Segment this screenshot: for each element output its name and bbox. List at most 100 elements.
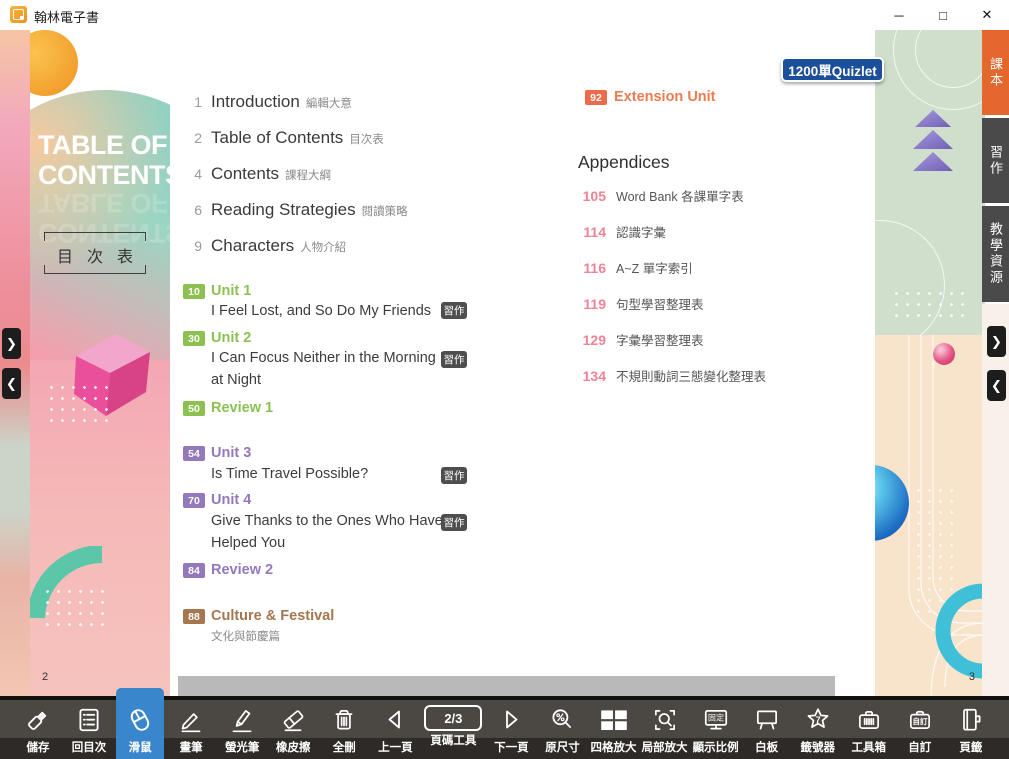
review2-title[interactable]: Review 2 <box>211 562 273 578</box>
right-page-number: 3 <box>969 671 975 683</box>
toc-banner-line2: CONTENTS <box>38 160 168 190</box>
toc-subtitle: 編輯大意 <box>306 95 352 111</box>
pink-sphere-decoration <box>933 343 955 365</box>
tool-save[interactable]: 儲存 <box>14 700 62 759</box>
right-page-artwork: 3 <box>875 30 985 700</box>
tool-area-zoom[interactable]: 局部放大 <box>641 700 689 759</box>
tool-page-number[interactable]: 2/3 頁碼工具 <box>422 700 484 759</box>
maximize-button[interactable]: □ <box>921 0 965 30</box>
unit1-workbook-chip[interactable]: 習作 <box>441 302 467 319</box>
tool-toolbox[interactable]: 工具箱 <box>845 700 893 759</box>
toc-row-table-of-contents[interactable]: 2 Table of Contents 目次表 <box>182 128 384 148</box>
left-next-arrow-button[interactable]: ❯ <box>2 328 21 359</box>
appendix-row-sentence-patterns[interactable]: 119 句型學習整理表 <box>578 294 704 313</box>
star-number-icon: 7 <box>803 702 833 738</box>
appendix-row-irregular-verbs[interactable]: 134 不規則動詞三態變化整理表 <box>578 366 766 385</box>
quizlet-button[interactable]: 1200單Quizlet <box>781 57 884 82</box>
unit3-page-badge[interactable]: 54 <box>183 446 205 461</box>
orange-circle-decoration <box>30 30 78 96</box>
custom-toolbox-icon: 自訂 <box>905 702 935 738</box>
close-button[interactable]: ✕ <box>965 0 1009 30</box>
unit2-line1: I Can Focus Neither in the Morning Nor <box>211 350 463 366</box>
toc-row-characters[interactable]: 9 Characters 人物介紹 <box>182 236 346 256</box>
horizontal-scrollbar[interactable] <box>178 676 835 696</box>
svg-text:固定: 固定 <box>708 713 724 723</box>
display-ratio-icon: 固定 <box>701 702 731 738</box>
right-next-arrow-button[interactable]: ❯ <box>987 326 1006 357</box>
side-tab-workbook[interactable]: 習作 <box>982 118 1009 203</box>
toolbox-icon <box>854 702 884 738</box>
toc-chinese-title: 目次表 <box>44 243 160 267</box>
tool-original-size[interactable]: 原尺寸 <box>538 700 586 759</box>
side-tab-resources[interactable]: 教學資源 <box>982 206 1009 302</box>
toc-row-contents[interactable]: 4 Contents 課程大綱 <box>182 164 331 184</box>
teal-ring-decoration <box>931 581 985 681</box>
unit1-title[interactable]: Unit 1 <box>211 283 251 299</box>
tool-mouse[interactable]: 滑鼠 <box>116 688 164 759</box>
toc-title: Introduction <box>211 92 300 112</box>
tool-quad-zoom[interactable]: 四格放大 <box>590 700 638 759</box>
usb-save-icon <box>23 702 53 738</box>
appendix-row-vocab-summary[interactable]: 129 字彙學習整理表 <box>578 330 704 349</box>
review1-page-badge[interactable]: 50 <box>183 401 205 416</box>
tool-pen[interactable]: 畫筆 <box>167 700 215 759</box>
tool-prev-page[interactable]: 上一頁 <box>371 700 419 759</box>
page-tab-icon <box>957 702 985 738</box>
bottom-toolbar: 儲存 回目次 滑鼠 <box>0 700 1009 759</box>
extension-title[interactable]: Extension Unit <box>614 89 716 105</box>
toc-row-introduction[interactable]: 1 Introduction 編輯大意 <box>182 92 352 112</box>
unit3-title[interactable]: Unit 3 <box>211 445 251 461</box>
unit4-line1: Give Thanks to the Ones Who Have <box>211 513 443 529</box>
unit2-workbook-chip[interactable]: 習作 <box>441 351 467 368</box>
unit2-title[interactable]: Unit 2 <box>211 330 251 346</box>
unit2-page-badge[interactable]: 30 <box>183 331 205 346</box>
toc-icon <box>75 702 103 738</box>
toc-chinese-title-box: 目次表 <box>44 232 146 274</box>
tool-highlighter[interactable]: 螢光筆 <box>218 700 266 759</box>
whiteboard-icon <box>753 702 781 738</box>
app-logo-icon <box>10 6 27 23</box>
dot-grid-decoration <box>46 382 112 422</box>
quad-zoom-icon <box>598 702 630 738</box>
tool-next-page[interactable]: 下一頁 <box>487 700 535 759</box>
culture-page-badge[interactable]: 88 <box>183 609 205 624</box>
left-prev-arrow-button[interactable]: ❮ <box>2 368 21 399</box>
mouse-icon <box>125 702 155 738</box>
review2-page-badge[interactable]: 84 <box>183 563 205 578</box>
next-page-icon <box>498 702 524 738</box>
unit4-page-badge[interactable]: 70 <box>183 493 205 508</box>
prev-page-icon <box>382 702 408 738</box>
left-page-artwork: TABLE OF CONTENTS CONTENTS TABLE OF 目次表 <box>30 30 170 700</box>
tool-eraser[interactable]: 橡皮擦 <box>269 700 317 759</box>
extension-page-badge[interactable]: 92 <box>585 90 607 105</box>
culture-title[interactable]: Culture & Festival <box>211 608 334 624</box>
toc-page-number: 1 <box>182 94 202 110</box>
toc-row-reading-strategies[interactable]: 6 Reading Strategies 閱讀策略 <box>182 200 408 220</box>
svg-text:自訂: 自訂 <box>912 716 928 726</box>
tool-back-to-toc[interactable]: 回目次 <box>65 700 113 759</box>
tool-delete-all[interactable]: 全刪 <box>320 700 368 759</box>
side-tab-textbook[interactable]: 課本 <box>982 30 1009 115</box>
unit3-workbook-chip[interactable]: 習作 <box>441 467 467 484</box>
tool-whiteboard[interactable]: 白板 <box>743 700 791 759</box>
page-number-box[interactable]: 2/3 <box>424 705 482 731</box>
appendix-row-word-bank[interactable]: 105 Word Bank 各課單字表 <box>578 186 744 205</box>
tool-display-ratio[interactable]: 固定 顯示比例 <box>692 700 740 759</box>
tool-number-picker[interactable]: 7 籤號器 <box>794 700 842 759</box>
appendix-row-vocabulary[interactable]: 114 認識字彙 <box>578 222 666 241</box>
purple-triangles-icon <box>909 110 957 178</box>
unit4-workbook-chip[interactable]: 習作 <box>441 514 467 531</box>
toc-banner-line1: TABLE OF <box>38 130 168 160</box>
appendix-row-az-index[interactable]: 116 A~Z 單字索引 <box>578 258 693 277</box>
highlighter-icon <box>228 702 256 738</box>
right-prev-arrow-button[interactable]: ❮ <box>987 370 1006 401</box>
title-bar: 翰林電子書 ─ □ ✕ <box>0 0 1009 30</box>
tool-custom[interactable]: 自訂 自訂 <box>896 700 944 759</box>
tool-page-tabs[interactable]: 頁籤 <box>947 700 995 759</box>
unit1-line1: I Feel Lost, and So Do My Friends <box>211 303 431 319</box>
review1-title[interactable]: Review 1 <box>211 400 273 416</box>
minimize-button[interactable]: ─ <box>877 0 921 30</box>
unit4-title[interactable]: Unit 4 <box>211 492 251 508</box>
app-window: 翰林電子書 ─ □ ✕ TABLE OF CONTENTS CONTENTS T… <box>0 0 1009 759</box>
unit1-page-badge[interactable]: 10 <box>183 284 205 299</box>
